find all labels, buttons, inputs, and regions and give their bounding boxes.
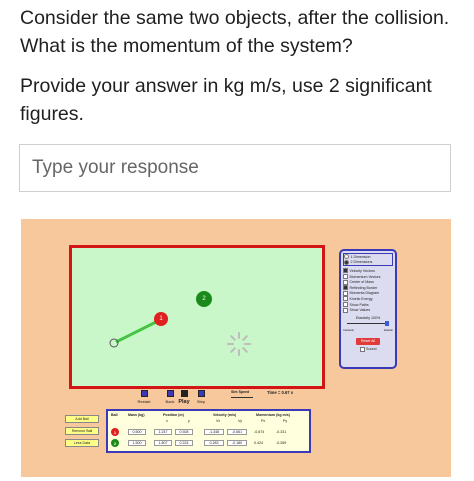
step-icon[interactable] bbox=[197, 390, 205, 397]
col-x-header: x bbox=[166, 419, 168, 423]
show-values-option[interactable]: Show Values bbox=[343, 307, 393, 313]
table-row-2-ball: 2 bbox=[111, 439, 119, 447]
elasticity-slider-track bbox=[347, 322, 389, 324]
play-icon[interactable] bbox=[180, 390, 188, 397]
col-px-header: Px bbox=[261, 419, 266, 423]
col-py-header: Py bbox=[283, 419, 288, 423]
ball-1-label: 1 bbox=[159, 316, 163, 322]
elastic-label: Elastic bbox=[384, 327, 393, 332]
kinetic-energy-checkbox[interactable] bbox=[343, 296, 348, 302]
table-row-1-ball: 1 bbox=[111, 428, 119, 436]
time-readout: Time = 0.67 s bbox=[267, 390, 294, 395]
step-control[interactable]: Step bbox=[195, 390, 207, 404]
velocity-vector-arrow bbox=[109, 318, 161, 348]
kinetic-energy-label: Kinetic Energy bbox=[349, 296, 373, 301]
back-label: Back bbox=[165, 399, 175, 404]
dim2-label: 2 Dimensions bbox=[350, 260, 373, 265]
reset-all-button[interactable]: Reset All bbox=[356, 337, 380, 345]
row-1-vx[interactable]: -1.348 bbox=[204, 429, 224, 435]
row-1-py: -0.331 bbox=[276, 430, 287, 434]
col-position-header: Position (m) bbox=[163, 413, 184, 417]
reflecting-border-label: Reflecting Border bbox=[349, 285, 378, 290]
elasticity-scale: Inelastic Elastic bbox=[343, 327, 393, 333]
sim-speed-slider[interactable] bbox=[231, 397, 253, 398]
row-2-vx[interactable]: 0.283 bbox=[204, 440, 224, 446]
row-1-px: -0.674 bbox=[254, 430, 265, 434]
elasticity-slider[interactable] bbox=[344, 320, 392, 326]
dim2-radio[interactable] bbox=[344, 259, 349, 265]
row-1-mass[interactable]: 0.500 bbox=[128, 429, 146, 435]
ball-1[interactable]: 1 bbox=[154, 312, 168, 326]
sound-checkbox[interactable] bbox=[359, 346, 365, 352]
show-values-checkbox[interactable] bbox=[343, 307, 348, 313]
back-control[interactable]: Back bbox=[164, 390, 176, 404]
question-instructions: Provide your answer in kg m/s, use 2 sig… bbox=[20, 75, 432, 125]
show-paths-label: Show Paths bbox=[349, 302, 369, 307]
row-2-mass[interactable]: 1.500 bbox=[128, 440, 146, 446]
restart-control[interactable]: Restart bbox=[137, 390, 151, 404]
add-ball-button[interactable]: Add Ball bbox=[65, 415, 99, 423]
col-y-header: y bbox=[188, 419, 190, 423]
row-2-y[interactable]: 0.224 bbox=[175, 440, 193, 446]
ball-data-table: Ball Mass (kg) Position (m) Velocity (m/… bbox=[106, 409, 311, 453]
play-label: Play bbox=[178, 399, 190, 405]
back-icon[interactable] bbox=[166, 390, 174, 397]
play-control[interactable]: Play bbox=[178, 390, 190, 405]
row-2-py: -0.269 bbox=[276, 441, 287, 445]
inelastic-label: Inelastic bbox=[343, 327, 355, 332]
show-paths-checkbox[interactable] bbox=[343, 302, 348, 308]
remove-ball-button[interactable]: Remove Ball bbox=[65, 427, 99, 435]
restart-icon[interactable] bbox=[140, 390, 148, 397]
dimension-group: 1 Dimension 2 Dimensions bbox=[343, 253, 393, 267]
velocity-vectors-checkbox[interactable] bbox=[343, 268, 348, 274]
ball-2[interactable]: 2 bbox=[196, 291, 212, 307]
col-ball-header: Ball bbox=[111, 413, 118, 417]
momenta-diagram-label: Momenta Diagram bbox=[349, 291, 380, 296]
less-data-button[interactable]: Less Data bbox=[65, 439, 99, 447]
momentum-vectors-label: Momentum Vectors bbox=[349, 274, 381, 279]
restart-label: Restart bbox=[137, 399, 151, 404]
sound-option[interactable]: Sound bbox=[343, 346, 393, 353]
col-momentum-header: Momentum (kg m/s) bbox=[256, 413, 290, 417]
reflecting-border-checkbox[interactable] bbox=[343, 285, 348, 291]
dim1-label: 1 Dimension bbox=[350, 254, 371, 259]
sim-speed-control[interactable]: Sim Speed bbox=[231, 390, 253, 398]
row-1-y[interactable]: 0.928 bbox=[175, 429, 193, 435]
col-vy-header: Vy bbox=[238, 419, 243, 423]
col-vx-header: Vx bbox=[216, 419, 221, 423]
row-2-px: 0.424 bbox=[254, 441, 263, 445]
row-2-vy[interactable]: -0.180 bbox=[227, 440, 247, 446]
step-label: Step bbox=[196, 399, 206, 404]
row-2-x[interactable]: 1.807 bbox=[154, 440, 172, 446]
row-2-ball-number: 2 bbox=[113, 440, 117, 446]
sim-speed-label: Sim Speed bbox=[231, 390, 250, 394]
col-velocity-header: Velocity (m/s) bbox=[213, 413, 237, 417]
velocity-vectors-label: Velocity Vectors bbox=[349, 268, 375, 273]
question-prompt: Consider the same two objects, after the… bbox=[20, 7, 450, 57]
center-of-mass-label: Center of Mass bbox=[349, 280, 374, 285]
collision-simulation: 1 2 1 Dimension 2 Dimensions Velocity Ve… bbox=[21, 219, 451, 477]
center-of-mass-checkbox[interactable] bbox=[343, 279, 348, 285]
row-1-x[interactable]: 1.247 bbox=[154, 429, 172, 435]
elasticity-label: Elasticity 100% bbox=[355, 315, 381, 320]
col-mass-header: Mass (kg) bbox=[128, 413, 145, 417]
sound-label: Sound bbox=[366, 347, 377, 352]
dim2-option[interactable]: 2 Dimensions bbox=[344, 259, 392, 266]
show-values-label: Show Values bbox=[349, 308, 371, 313]
collision-arena[interactable]: 1 2 bbox=[69, 245, 325, 389]
dim1-radio[interactable] bbox=[344, 254, 349, 260]
momenta-diagram-checkbox[interactable] bbox=[343, 290, 348, 296]
loading-spinner-icon bbox=[227, 332, 251, 356]
ball-2-label: 2 bbox=[202, 296, 206, 302]
row-1-vy[interactable]: -0.661 bbox=[227, 429, 247, 435]
response-box[interactable] bbox=[19, 144, 451, 192]
options-panel: 1 Dimension 2 Dimensions Velocity Vector… bbox=[339, 249, 397, 369]
row-1-ball-number: 1 bbox=[113, 429, 117, 435]
response-input[interactable] bbox=[20, 145, 450, 191]
elasticity-slider-thumb[interactable] bbox=[385, 320, 389, 326]
momentum-vectors-checkbox[interactable] bbox=[343, 274, 348, 280]
